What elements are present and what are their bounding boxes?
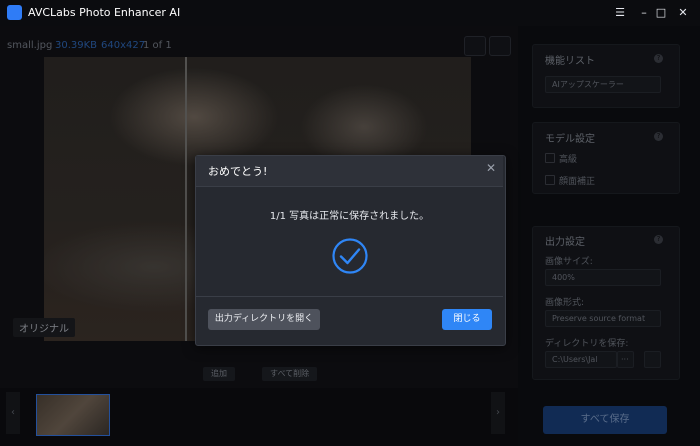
close-button[interactable]: 閉じる [442,309,492,330]
dialog-message: 1/1 写真は正常に保存されました。 [269,211,430,222]
app-logo-icon [7,5,22,20]
dialog-title: おめでとう! [208,165,268,178]
dialog-close-icon[interactable]: ✕ [484,161,498,175]
dialog-divider [196,296,503,297]
maximize-icon[interactable]: □ [653,5,669,21]
app-title: AVCLabs Photo Enhancer AI [28,6,181,19]
close-icon[interactable]: ✕ [675,5,691,21]
success-check-icon [332,238,368,274]
open-output-dir-button[interactable]: 出力ディレクトリを開く [208,309,320,330]
hamburger-icon[interactable]: ☰ [612,5,628,21]
minimize-icon[interactable]: – [636,5,652,21]
